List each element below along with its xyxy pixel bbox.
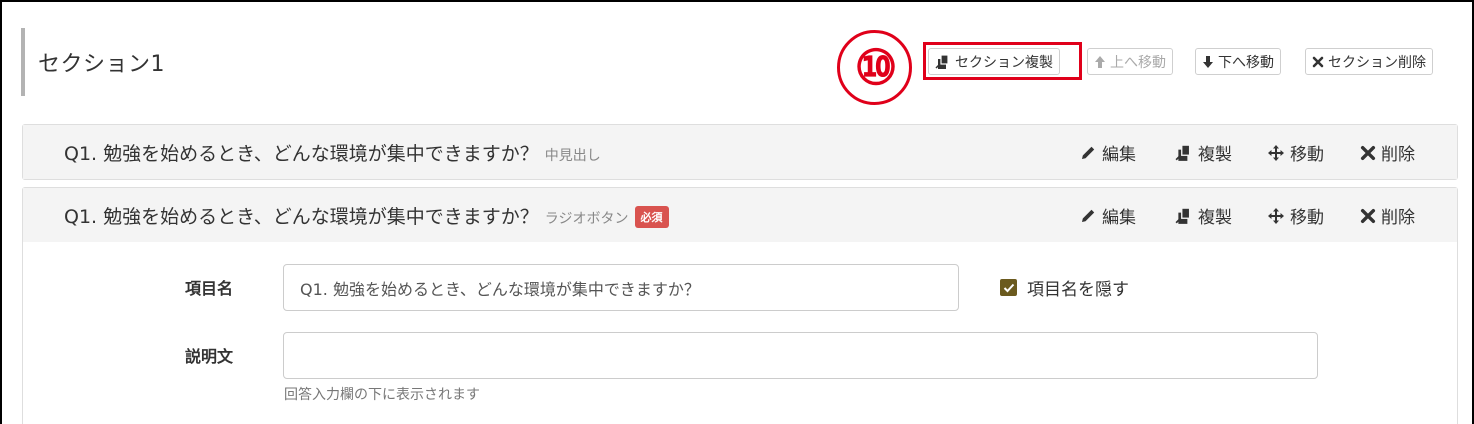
duplicate-button[interactable]: 複製	[1175, 140, 1232, 165]
description-input[interactable]	[283, 332, 1318, 379]
edit-label: 編集	[1102, 208, 1136, 228]
pencil-icon	[1082, 146, 1095, 159]
required-badge: 必須	[634, 206, 669, 228]
question-edit-form: 項目名 Q1. 勉強を始めるとき、どんな環境が集中できますか？ 項目名を隠す 説…	[23, 242, 1457, 424]
pencil-icon	[1082, 209, 1095, 222]
item-name-value: Q1. 勉強を始めるとき、どんな環境が集中できますか？	[300, 279, 700, 299]
hide-item-name-checkbox[interactable]	[1000, 279, 1017, 296]
move-down-label: 下へ移動	[1218, 54, 1274, 71]
move-arrows-icon	[1268, 144, 1284, 161]
question-panel: Q1. 勉強を始めるとき、どんな環境が集中できますか？ ラジオボタン 必須 編集 複…	[22, 187, 1458, 424]
close-icon	[1360, 208, 1376, 223]
question-title: Q1. 勉強を始めるとき、どんな環境が集中できますか？	[64, 143, 539, 165]
delete-label: 削除	[1381, 208, 1415, 228]
step-callout: ⑩	[837, 30, 912, 105]
edit-button[interactable]: 編集	[1079, 203, 1136, 228]
hide-item-name-label[interactable]: 項目名を隠す	[1027, 275, 1129, 300]
copy-icon	[1175, 206, 1191, 224]
description-label: 説明文	[185, 347, 234, 366]
delete-button[interactable]: 削除	[1360, 203, 1415, 228]
delete-section-button[interactable]: セクション削除	[1305, 48, 1433, 75]
edit-button[interactable]: 編集	[1079, 140, 1136, 165]
delete-section-label: セクション削除	[1328, 54, 1426, 71]
duplicate-label: 複製	[1198, 145, 1232, 165]
section-accent-bar	[21, 28, 25, 96]
question-title: Q1. 勉強を始めるとき、どんな環境が集中できますか？	[64, 206, 539, 228]
question-type: 中見出し	[544, 148, 601, 164]
move-up-label: 上へ移動	[1110, 54, 1166, 71]
delete-button[interactable]: 削除	[1360, 140, 1415, 165]
question-title-row: Q1. 勉強を始めるとき、どんな環境が集中できますか？ 中見出し	[64, 139, 601, 166]
arrow-down-icon	[1203, 55, 1213, 68]
edit-label: 編集	[1102, 145, 1136, 165]
close-icon	[1360, 145, 1376, 160]
question-type: ラジオボタン	[544, 211, 629, 227]
description-help-text: 回答入力欄の下に表示されます	[284, 387, 480, 403]
section-title: セクション1	[38, 52, 165, 77]
close-icon	[1312, 56, 1324, 67]
delete-label: 削除	[1381, 145, 1415, 165]
copy-icon	[1175, 143, 1191, 161]
move-label: 移動	[1290, 208, 1324, 228]
move-button[interactable]: 移動	[1267, 203, 1324, 228]
move-down-button[interactable]: 下へ移動	[1195, 48, 1281, 75]
question-panel: Q1. 勉強を始めるとき、どんな環境が集中できますか？ 中見出し 編集 複製 移動…	[22, 124, 1458, 180]
duplicate-label: 複製	[1198, 208, 1232, 228]
move-up-button[interactable]: 上へ移動	[1087, 48, 1173, 75]
move-button[interactable]: 移動	[1267, 140, 1324, 165]
move-label: 移動	[1290, 145, 1324, 165]
arrow-up-icon	[1095, 55, 1105, 68]
question-header[interactable]: Q1. 勉強を始めるとき、どんな環境が集中できますか？ ラジオボタン 必須 編集 複…	[23, 188, 1457, 242]
duplicate-button[interactable]: 複製	[1175, 203, 1232, 228]
highlight-box	[923, 42, 1082, 80]
item-name-label: 項目名	[185, 279, 234, 298]
item-name-input[interactable]: Q1. 勉強を始めるとき、どんな環境が集中できますか？	[283, 264, 959, 311]
checkmark-icon	[1003, 283, 1014, 292]
question-title-row: Q1. 勉強を始めるとき、どんな環境が集中できますか？ ラジオボタン 必須	[64, 202, 669, 229]
question-header[interactable]: Q1. 勉強を始めるとき、どんな環境が集中できますか？ 中見出し 編集 複製 移動…	[23, 125, 1457, 179]
move-arrows-icon	[1268, 207, 1284, 224]
